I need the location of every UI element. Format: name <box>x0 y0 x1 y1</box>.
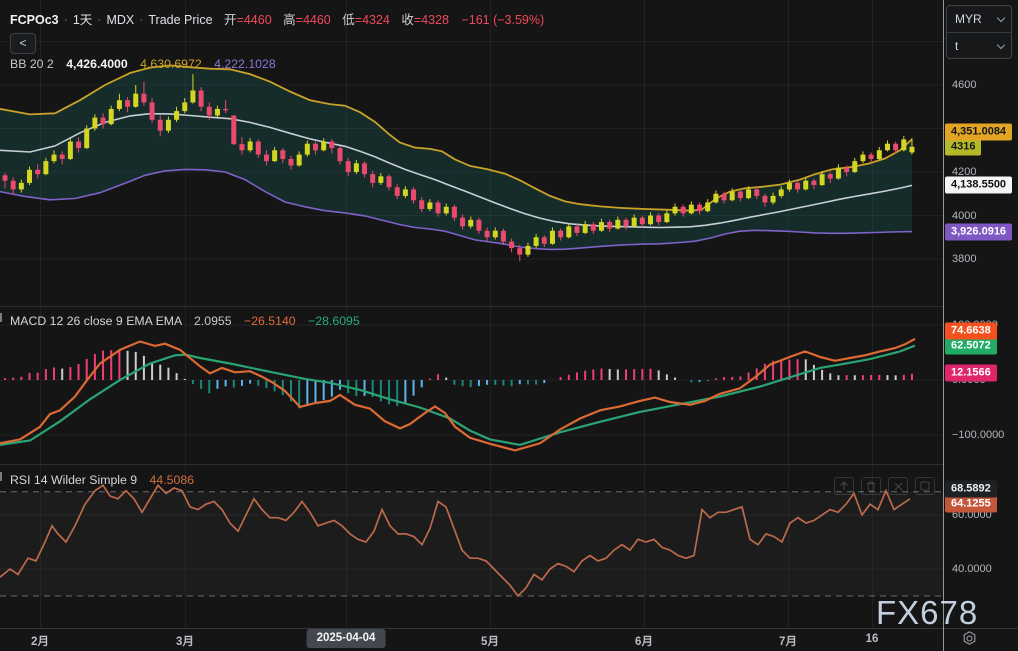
price-axis-tick: 4000 <box>952 210 976 222</box>
change-value: −161 (−3.59%) <box>461 13 544 27</box>
time-axis-label[interactable]: 5月 <box>481 633 499 649</box>
rsi-axis-tick: 40.0000 <box>952 563 992 575</box>
time-axis-label[interactable]: 6月 <box>635 633 653 649</box>
macd-axis-badge: 62.5072 <box>945 337 997 354</box>
rsi-pane-handle[interactable] <box>0 472 2 481</box>
price-axis-tick: 3800 <box>952 253 976 265</box>
move-pane-up-icon[interactable] <box>834 477 854 495</box>
price-axis-badge: 3,926.0916 <box>945 223 1012 240</box>
price-axis-badge: 4,138.5500 <box>945 177 1012 194</box>
macd-indicator-row[interactable]: MACD 12 26 close 9 EMA EMA 2.0955 −26.51… <box>10 314 360 328</box>
bb-label: BB 20 2 <box>10 57 54 71</box>
macd-line-value: −26.5140 <box>244 314 296 328</box>
bb-lower-value: 4,222.1028 <box>214 57 276 71</box>
high-label: 高 <box>283 13 296 27</box>
symbol-header: FCPOc3·1天·MDX·Trade Price 开=4460 高=4460 … <box>10 9 544 28</box>
unit-selector[interactable]: t <box>947 33 1011 59</box>
date-badge: 2025-04-04 <box>307 629 386 648</box>
close-value: =4328 <box>414 13 449 27</box>
currency-selector[interactable]: MYR <box>947 6 1011 32</box>
chevron-left-icon: < <box>19 36 26 50</box>
rsi-label: RSI 14 Wilder Simple 9 <box>10 473 137 487</box>
rsi-value: 44.5086 <box>150 473 194 487</box>
time-axis-label[interactable]: 7月 <box>779 633 797 649</box>
rsi-axis-badge: 64.1255 <box>945 495 997 512</box>
macd-axis-badge: 12.1566 <box>945 365 997 382</box>
bb-indicator-row[interactable]: BB 20 2 4,426.4000 4,630.6972 4,222.1028 <box>10 57 276 71</box>
price-axis-badge: 4,351.0084 <box>945 123 1012 140</box>
interval-label[interactable]: 1天 <box>73 13 92 27</box>
time-axis-label[interactable]: 2月 <box>31 633 49 649</box>
series-type-label: Trade Price <box>148 13 212 27</box>
pane-toolbar <box>834 477 935 495</box>
chevron-down-icon <box>997 13 1005 21</box>
rsi-indicator-row[interactable]: RSI 14 Wilder Simple 9 44.5086 <box>10 473 194 487</box>
time-axis-label[interactable]: 16 <box>866 633 879 645</box>
macd-label: MACD 12 26 close 9 EMA EMA <box>10 314 182 328</box>
macd-hist-value: 2.0955 <box>194 314 232 328</box>
price-axis-badge: 4316 <box>945 138 981 155</box>
macd-signal-value: −28.6095 <box>308 314 360 328</box>
symbol-name[interactable]: FCPOc3 <box>10 13 59 27</box>
open-value: =4460 <box>237 13 272 27</box>
low-value: =4324 <box>355 13 390 27</box>
high-value: =4460 <box>296 13 331 27</box>
watermark: FX678 <box>876 594 978 632</box>
maximize-pane-icon[interactable] <box>915 477 935 495</box>
exchange-label[interactable]: MDX <box>106 13 134 27</box>
unit-value: t <box>955 39 958 53</box>
bb-upper-value: 4,630.6972 <box>140 57 202 71</box>
macd-axis-tick: −100.0000 <box>952 429 1004 441</box>
delete-pane-icon[interactable] <box>861 477 881 495</box>
scale-settings-box: MYR t <box>946 5 1012 59</box>
price-axis-tick: 4600 <box>952 79 976 91</box>
gear-icon[interactable] <box>961 630 978 651</box>
back-button[interactable]: < <box>10 33 36 54</box>
close-pane-icon[interactable] <box>888 477 908 495</box>
open-label: 开 <box>224 13 237 27</box>
bb-basis-value: 4,426.4000 <box>66 57 128 71</box>
time-axis-label[interactable]: 3月 <box>176 633 194 649</box>
chevron-down-icon <box>997 40 1005 48</box>
trading-chart-app: FCPOc3·1天·MDX·Trade Price 开=4460 高=4460 … <box>0 0 1018 651</box>
rsi-axis-badge: 68.5892 <box>945 480 997 497</box>
macd-pane-handle[interactable] <box>0 313 2 322</box>
macd-axis-badge: 74.6638 <box>945 322 997 339</box>
low-label: 低 <box>342 13 355 27</box>
currency-value: MYR <box>955 12 982 26</box>
close-label: 收 <box>401 13 414 27</box>
